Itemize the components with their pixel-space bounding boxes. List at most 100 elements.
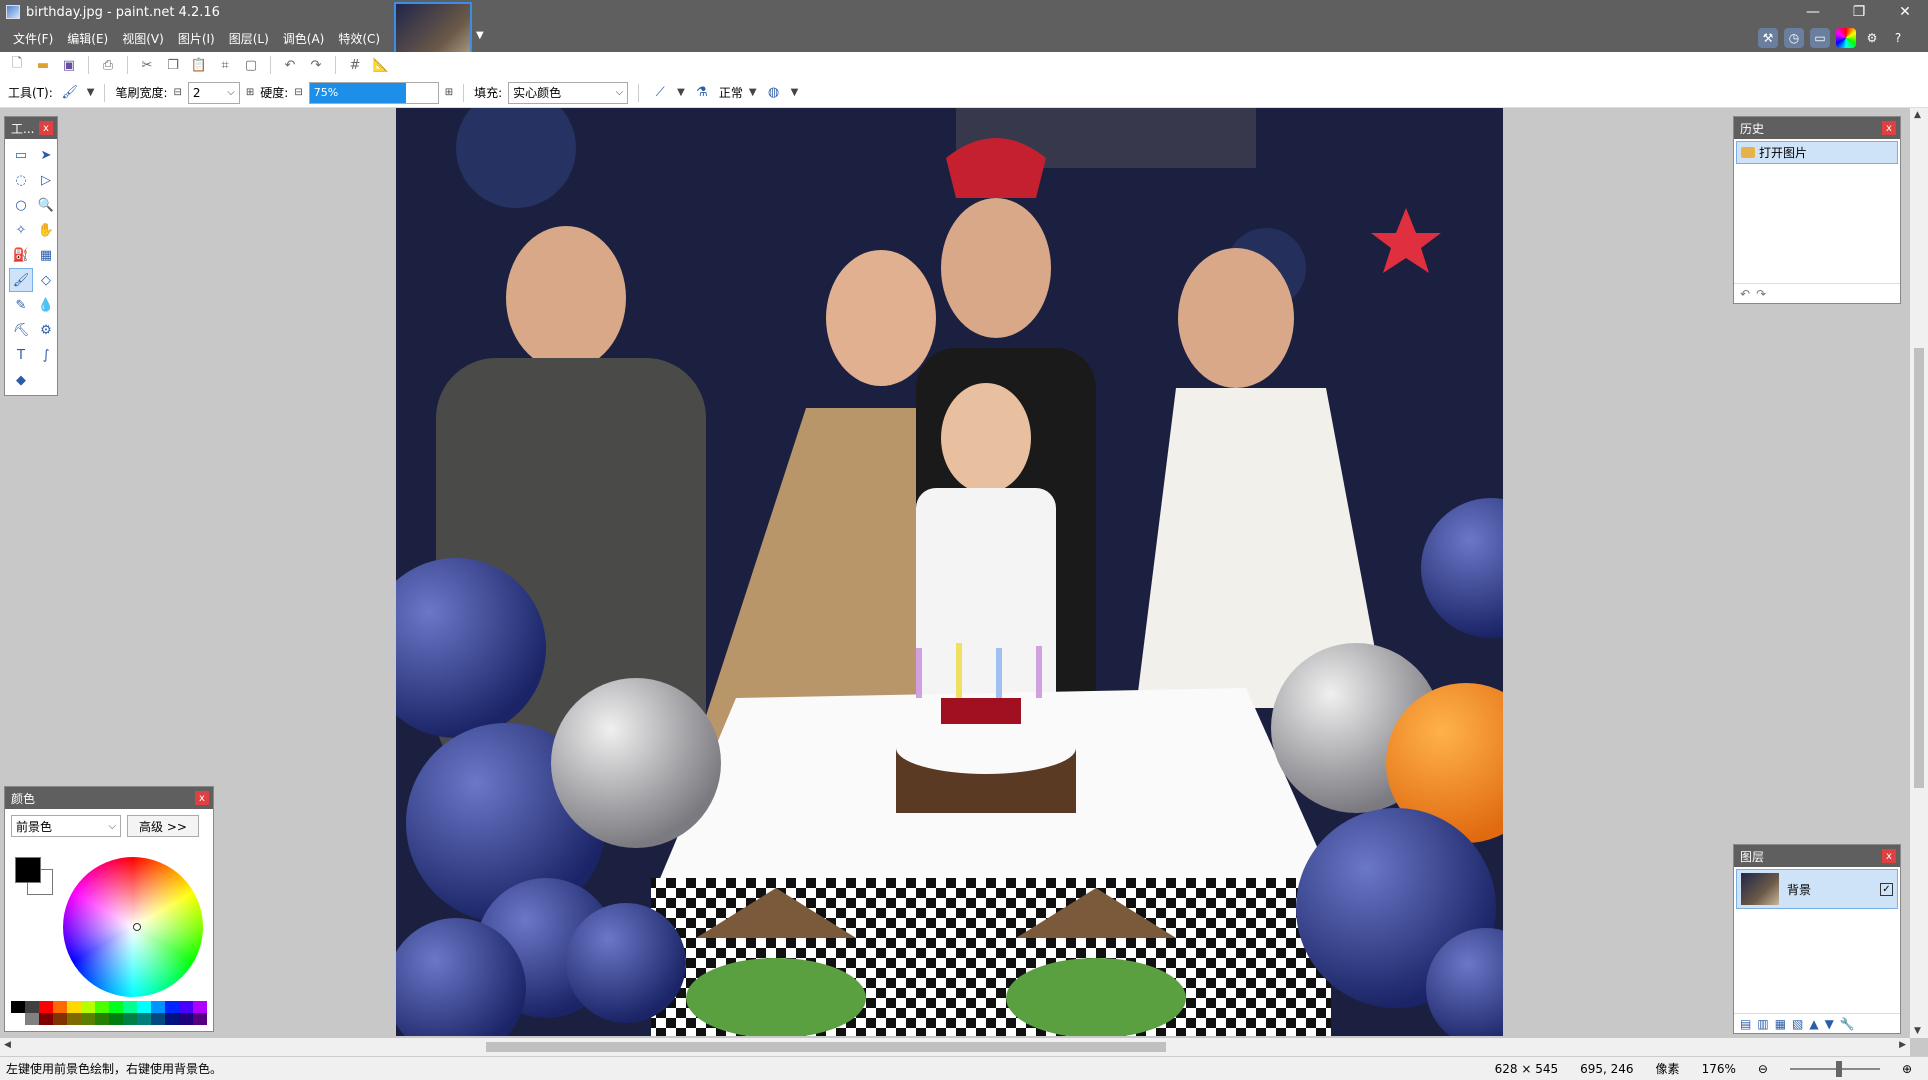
history-item[interactable]: 打开图片 — [1736, 141, 1898, 164]
redo-icon[interactable]: ↷ — [305, 54, 327, 76]
palette-swatch[interactable] — [179, 1001, 193, 1013]
history-toggle-icon[interactable]: ◷ — [1784, 28, 1804, 48]
settings-icon[interactable]: ⚙ — [1862, 28, 1882, 48]
crop-icon[interactable]: ⌗ — [214, 54, 236, 76]
paintbrush-icon[interactable]: 🖌 — [9, 268, 33, 292]
brush-width-increase-icon[interactable]: ⊞ — [246, 87, 254, 98]
delete-layer-icon[interactable]: ▥ — [1757, 1017, 1768, 1031]
tools-toggle-icon[interactable]: ⚒ — [1758, 28, 1778, 48]
layer-properties-icon[interactable]: 🔧 — [1840, 1017, 1855, 1031]
maximize-button[interactable]: ❐ — [1836, 0, 1882, 24]
blend-mode-label[interactable]: 正常 — [719, 84, 743, 101]
palette-swatch[interactable] — [179, 1013, 193, 1025]
blend-mode-icon[interactable]: ⚗ — [691, 82, 713, 104]
close-button[interactable]: ✕ — [1882, 0, 1928, 24]
move-layer-up-icon[interactable]: ▲ — [1809, 1017, 1818, 1031]
pencil-icon[interactable]: ✎ — [9, 293, 33, 317]
hardness-slider[interactable]: 75% — [308, 81, 439, 104]
zoom-icon[interactable]: 🔍 — [34, 193, 58, 217]
menu-effects[interactable]: 特效(C) — [331, 26, 387, 51]
antialiasing-icon[interactable]: ⟋ — [649, 82, 671, 104]
advanced-button[interactable]: 高级 >> — [127, 815, 199, 837]
move-selection-icon[interactable]: ▷ — [34, 168, 58, 192]
grid-icon[interactable]: # — [344, 54, 366, 76]
recolor-icon[interactable]: ⚙ — [34, 318, 58, 342]
open-file-icon[interactable]: ▬ — [32, 54, 54, 76]
palette-swatch[interactable] — [137, 1013, 151, 1025]
paste-icon[interactable]: 📋 — [188, 54, 210, 76]
palette-swatch[interactable] — [25, 1001, 39, 1013]
selection-clip-icon[interactable]: ◍ — [763, 82, 785, 104]
palette-swatch[interactable] — [95, 1001, 109, 1013]
save-icon[interactable]: ▣ — [58, 54, 80, 76]
help-icon[interactable]: ? — [1888, 28, 1908, 48]
tool-dropdown-icon[interactable]: ▼ — [87, 87, 95, 98]
paint-bucket-icon[interactable]: ⛽ — [9, 243, 33, 267]
scroll-left-icon[interactable]: ◀ — [4, 1040, 11, 1050]
hardness-decrease-icon[interactable]: ⊟ — [294, 87, 302, 98]
palette-swatch[interactable] — [67, 1013, 81, 1025]
eraser-icon[interactable]: ◇ — [34, 268, 58, 292]
horizontal-scroll-thumb[interactable] — [486, 1042, 1166, 1052]
deselect-icon[interactable]: ▢ — [240, 54, 262, 76]
new-file-icon[interactable]: 🗋 — [6, 54, 28, 76]
ruler-icon[interactable]: 📐 — [370, 54, 392, 76]
palette-swatch[interactable] — [39, 1013, 53, 1025]
palette-swatch[interactable] — [39, 1001, 53, 1013]
move-layer-down-icon[interactable]: ▼ — [1825, 1017, 1834, 1031]
menu-adjustments[interactable]: 调色(A) — [276, 26, 332, 51]
ellipse-select-icon[interactable]: ○ — [9, 193, 33, 217]
palette-swatch[interactable] — [53, 1001, 67, 1013]
shapes-icon[interactable]: ◆ — [9, 368, 33, 392]
palette-swatch[interactable] — [137, 1001, 151, 1013]
image-list-dropdown-icon[interactable]: ▼ — [476, 30, 484, 41]
layer-visibility-checkbox[interactable]: ✓ — [1880, 882, 1893, 896]
menu-layers[interactable]: 图层(L) — [222, 26, 276, 51]
palette-swatch[interactable] — [151, 1001, 165, 1013]
lasso-select-icon[interactable]: ◌ — [9, 168, 33, 192]
layers-panel-close-button[interactable]: x — [1882, 849, 1896, 863]
brush-width-combo[interactable]: 2 ⌵ — [187, 81, 240, 104]
primary-color-swatch[interactable] — [15, 857, 41, 883]
hardness-increase-icon[interactable]: ⊞ — [445, 87, 453, 98]
palette-swatch[interactable] — [11, 1013, 25, 1025]
menu-file[interactable]: 文件(F) — [6, 26, 60, 51]
print-icon[interactable]: ⎙ — [97, 54, 119, 76]
palette-swatch[interactable] — [53, 1013, 67, 1025]
palette-swatch[interactable] — [165, 1013, 179, 1025]
paintbrush-tool-icon[interactable]: 🖌 — [59, 82, 81, 104]
colors-panel-close-button[interactable]: x — [195, 791, 209, 805]
palette-swatch[interactable] — [67, 1001, 81, 1013]
palette-swatch[interactable] — [11, 1001, 25, 1013]
vertical-scroll-thumb[interactable] — [1914, 348, 1924, 788]
line-curve-icon[interactable]: ∫ — [34, 343, 58, 367]
add-layer-icon[interactable]: ▤ — [1740, 1017, 1751, 1031]
layer-row-background[interactable]: 背景 ✓ — [1736, 869, 1898, 909]
rectangle-select-icon[interactable]: ▭ — [9, 143, 33, 167]
palette-swatch[interactable] — [193, 1013, 207, 1025]
palette-swatch[interactable] — [123, 1001, 137, 1013]
colors-toggle-icon[interactable] — [1836, 28, 1856, 48]
palette-swatch[interactable] — [109, 1013, 123, 1025]
move-selected-icon[interactable]: ➤ — [34, 143, 58, 167]
undo-icon[interactable]: ↶ — [279, 54, 301, 76]
gradient-icon[interactable]: ▦ — [34, 243, 58, 267]
color-palette[interactable] — [11, 1001, 207, 1025]
scroll-down-icon[interactable]: ▼ — [1914, 1026, 1921, 1036]
palette-swatch[interactable] — [193, 1001, 207, 1013]
history-redo-button[interactable]: ↷ — [1756, 287, 1766, 301]
antialiasing-dropdown-icon[interactable]: ▼ — [677, 87, 685, 98]
cut-icon[interactable]: ✂ — [136, 54, 158, 76]
magic-wand-icon[interactable]: ✧ — [9, 218, 33, 242]
unit-selector[interactable]: 像素 — [1656, 1060, 1680, 1077]
duplicate-layer-icon[interactable]: ▦ — [1775, 1017, 1786, 1031]
palette-swatch[interactable] — [81, 1013, 95, 1025]
canvas-workspace[interactable] — [0, 108, 1910, 1038]
pan-icon[interactable]: ✋ — [34, 218, 58, 242]
scroll-up-icon[interactable]: ▲ — [1914, 110, 1921, 120]
image-canvas[interactable] — [396, 108, 1503, 1036]
history-undo-button[interactable]: ↶ — [1740, 287, 1750, 301]
blend-mode-dropdown-icon[interactable]: ▼ — [749, 87, 757, 98]
tools-panel-close-button[interactable]: x — [39, 121, 53, 135]
copy-icon[interactable]: ❐ — [162, 54, 184, 76]
